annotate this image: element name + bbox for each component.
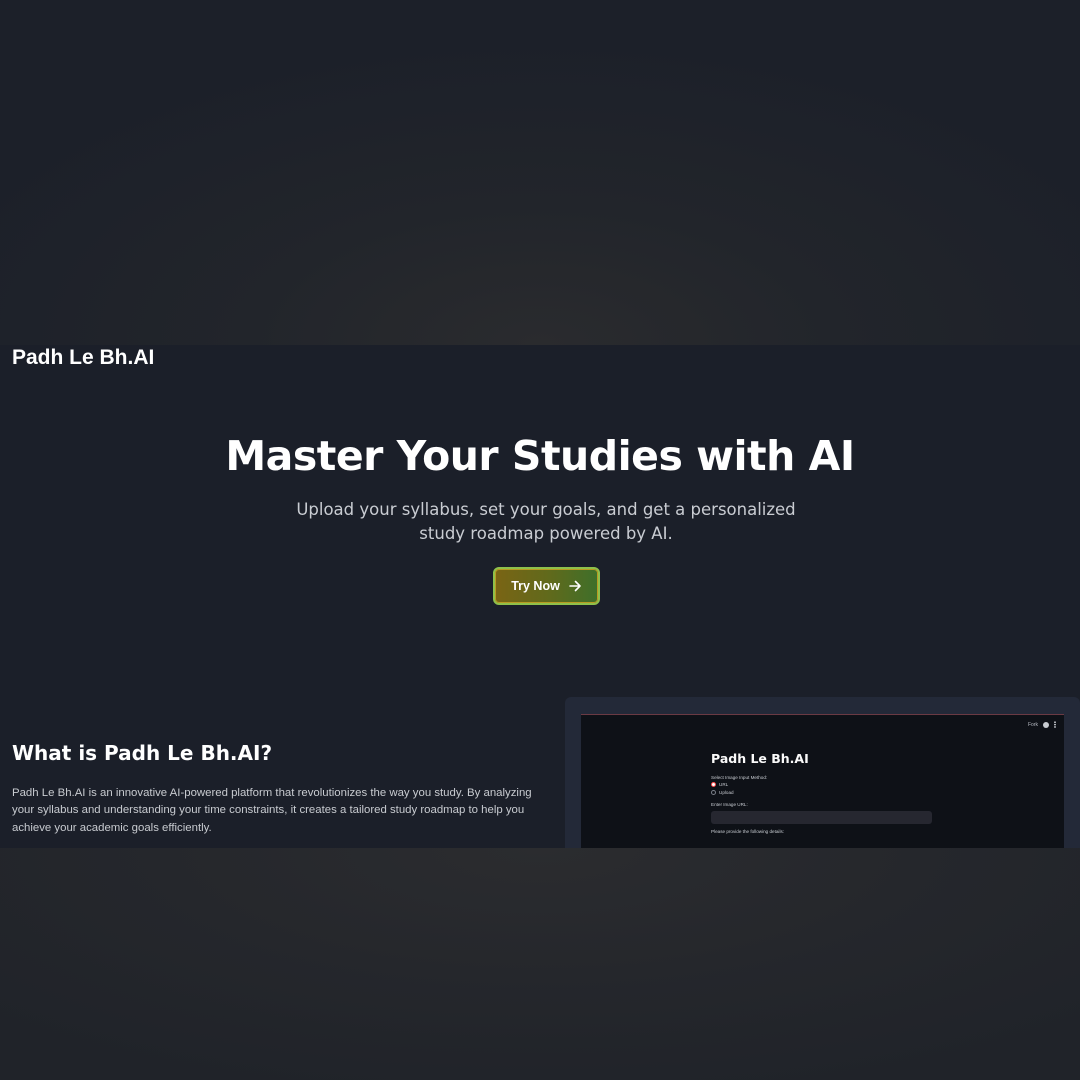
preview-details-label: Please provide the following details: xyxy=(711,829,785,834)
brand-logo-text[interactable]: Padh Le Bh.AI xyxy=(12,345,154,371)
preview-toolbar: Fork xyxy=(1028,721,1056,728)
about-description: Padh Le Bh.AI is an innovative AI-powere… xyxy=(12,787,532,834)
about-title: What is Padh Le Bh.AI? xyxy=(12,741,273,765)
hero-title: Master Your Studies with AI xyxy=(225,432,855,480)
landing-page: Padh Le Bh.AI Master Your Studies with A… xyxy=(0,345,1080,848)
preview-radio-url-label: URL xyxy=(719,782,729,787)
radio-selected-icon xyxy=(711,782,716,787)
preview-title: Padh Le Bh.AI xyxy=(711,751,809,766)
preview-url-input xyxy=(711,811,932,824)
preview-fork-label: Fork xyxy=(1028,721,1038,728)
preview-radio-upload-label: Upload xyxy=(719,790,734,795)
try-now-button[interactable]: Try Now xyxy=(493,567,600,605)
kebab-menu-icon xyxy=(1054,721,1056,728)
hero-subtitle: Upload your syllabus, set your goals, an… xyxy=(296,500,796,543)
try-now-label: Try Now xyxy=(511,579,560,593)
app-preview-screenshot: Fork Padh Le Bh.AI Select Image Input Me… xyxy=(581,714,1064,848)
background-top xyxy=(0,0,1080,345)
preview-radio-url: URL xyxy=(711,782,728,787)
background-bottom xyxy=(0,848,1080,1080)
preview-url-label: Enter Image URL: xyxy=(711,802,748,807)
radio-unselected-icon xyxy=(711,790,716,795)
arrow-right-icon xyxy=(569,580,581,592)
preview-radio-upload: Upload xyxy=(711,790,734,795)
github-icon xyxy=(1043,721,1049,728)
preview-method-label: Select Image Input Method: xyxy=(711,775,768,780)
